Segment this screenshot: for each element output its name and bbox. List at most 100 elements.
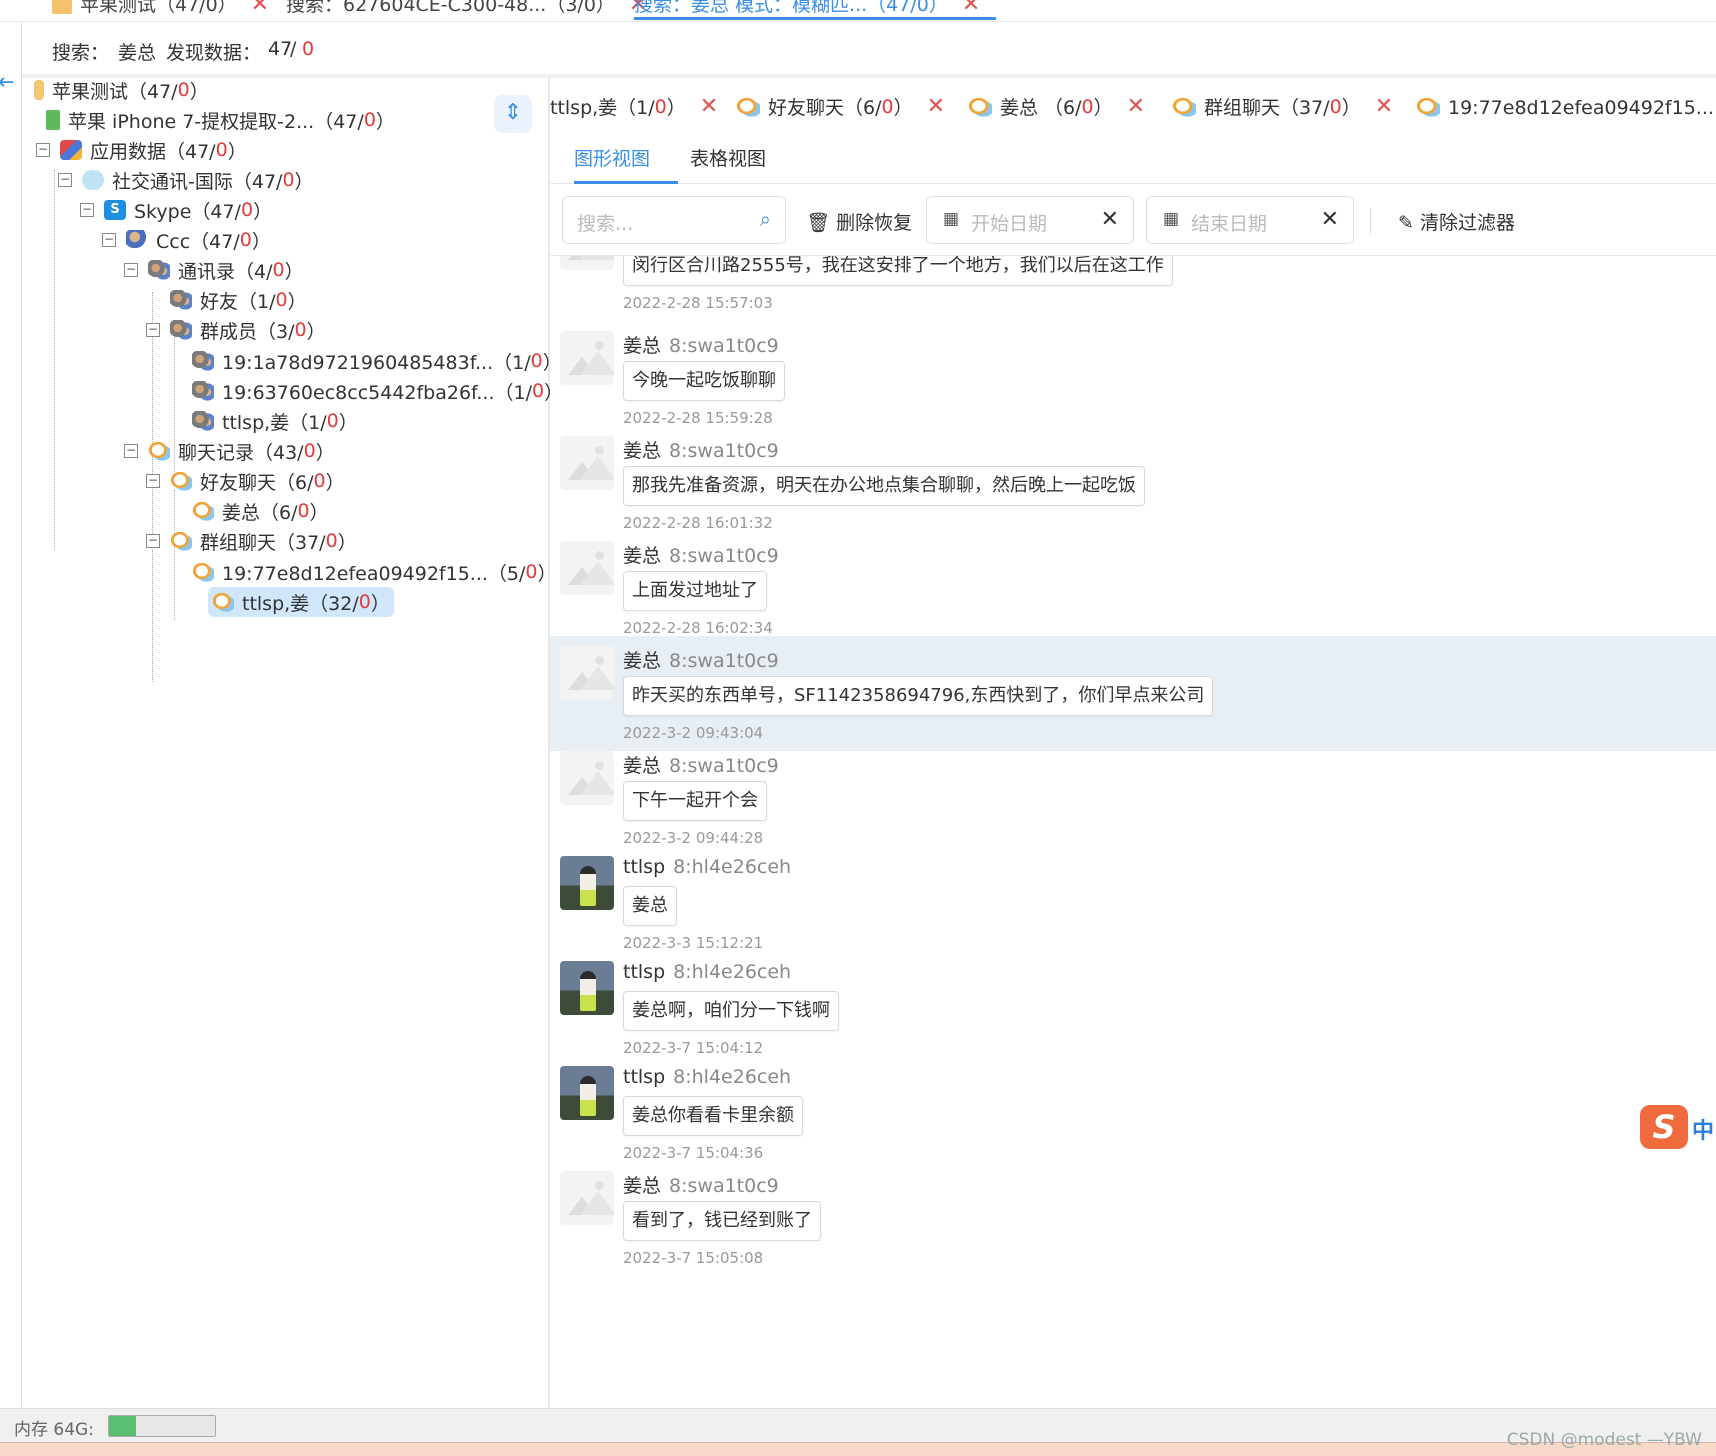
top-tab-search-jiang[interactable]: 搜索：姜总 模式：模糊匹...（47/0） ✕ xyxy=(634,0,996,20)
message-bubble: 下午一起开个会 xyxy=(623,781,767,821)
tree-node-member-2[interactable]: 19:63760ec8cc5442fba26f...（1/0） xyxy=(192,376,563,406)
chat-tab-group-1[interactable]: 19:77e8d12efea09492f15...（5/ xyxy=(1416,93,1716,120)
search-summary: 搜索： 姜总 发现数据： 47 / 0 xyxy=(0,22,1716,78)
user-icon xyxy=(126,230,148,250)
tree-node-iphone[interactable]: 苹果 iPhone 7-提权提取-2...（47/0） xyxy=(46,105,395,135)
tree-node-group-chats[interactable]: − 群组聊天（37/0） xyxy=(146,526,357,556)
message-item-highlighted[interactable]: 姜总 8:swa1t0c9 昨天买的东西单号，SF1142358694796,东西… xyxy=(550,636,1716,751)
message-bubble: 看到了，钱已经到账了 xyxy=(623,1201,821,1241)
collapse-all-button[interactable]: ⇕ xyxy=(494,95,532,133)
chat-bubble-icon xyxy=(968,96,992,117)
end-date-picker[interactable]: ▦ 结束日期 ✕ xyxy=(1146,196,1354,244)
message-time: 2022-3-7 15:04:36 xyxy=(623,1144,764,1162)
collapse-toggle-icon[interactable]: − xyxy=(146,534,160,548)
top-tab-search-guid[interactable]: 搜索：627604CE-C300-48...（3/0） ✕ xyxy=(286,0,647,20)
expand-arrow-icon[interactable]: ⇤ xyxy=(0,70,14,95)
message-item[interactable]: 姜总 8:swa1t0c9 今晚一起吃饭聊聊 2022-2-28 15:59:28 xyxy=(550,321,1716,436)
tree-node-apple-test[interactable]: 苹果测试（47/0） xyxy=(34,75,209,105)
tree-node-chat-records[interactable]: − 聊天记录（43/0） xyxy=(124,436,335,466)
message-item[interactable]: 闵行区合川路2555号，我在这安排了一个地方，我们以后在这工作 2022-2-2… xyxy=(550,256,1716,321)
collapse-toggle-icon[interactable]: − xyxy=(80,203,94,217)
tree-node-friends[interactable]: 好友（1/0） xyxy=(170,285,307,315)
clear-start-date-icon[interactable]: ✕ xyxy=(1101,207,1119,232)
message-item[interactable]: 姜总 8:swa1t0c9 下午一起开个会 2022-3-2 09:44:28 xyxy=(550,741,1716,856)
chat-tab-group-chats[interactable]: 群组聊天（37/0） ✕ xyxy=(1172,93,1393,120)
tab-table-view[interactable]: 表格视图 xyxy=(690,144,766,184)
delete-restore-button[interactable]: 🗑 删除恢复 xyxy=(806,208,912,235)
found-count: 47 xyxy=(268,38,293,60)
close-icon[interactable]: ✕ xyxy=(927,94,945,119)
contacts-icon xyxy=(192,381,214,401)
app-window: 苹果测试（47/0） ✕ 搜索：627604CE-C300-48...（3/0） ✕… xyxy=(0,0,1716,1456)
avatar-placeholder-icon xyxy=(560,646,614,700)
message-time: 2022-2-28 15:57:03 xyxy=(623,294,773,312)
start-date-picker[interactable]: ▦ 开始日期 ✕ xyxy=(926,196,1134,244)
message-item[interactable]: 姜总 8:swa1t0c9 上面发过地址了 2022-2-28 16:02:34 xyxy=(550,531,1716,646)
ime-indicator[interactable]: S 中 xyxy=(1640,1105,1716,1149)
message-sender: ttlsp 8:hl4e26ceh xyxy=(623,961,792,983)
app-data-icon xyxy=(60,140,82,160)
message-time: 2022-3-2 09:44:28 xyxy=(623,829,764,847)
close-icon[interactable]: ✕ xyxy=(962,0,980,17)
collapse-toggle-icon[interactable]: − xyxy=(58,173,72,187)
chat-tab-ttlsp[interactable]: ttlsp,姜（1/0） ✕ xyxy=(550,93,718,120)
close-icon[interactable]: ✕ xyxy=(1127,94,1145,119)
message-time: 2022-2-28 15:59:28 xyxy=(623,409,773,427)
skype-icon: S xyxy=(104,200,126,220)
collapse-toggle-icon[interactable]: − xyxy=(102,233,116,247)
collapse-toggle-icon[interactable]: − xyxy=(146,323,160,337)
tree-node-group-1[interactable]: 19:77e8d12efea09492f15...（5/0） xyxy=(192,557,557,587)
message-time: 2022-3-2 09:43:04 xyxy=(623,724,764,742)
tree-node-social-intl[interactable]: − 社交通讯-国际（47/0） xyxy=(58,165,314,195)
chat-bubble-icon xyxy=(212,592,234,612)
chat-bubble-icon xyxy=(1172,96,1196,117)
tree-node-member-1[interactable]: 19:1a78d9721960485483f...（1/0） xyxy=(192,346,562,376)
collapse-toggle-icon[interactable]: − xyxy=(146,474,160,488)
view-tabs: 图形视图 表格视图 xyxy=(550,132,1716,184)
tree-node-friend-chats[interactable]: − 好友聊天（6/0） xyxy=(146,466,345,496)
chat-bubble-icon xyxy=(148,441,170,461)
message-item[interactable]: ttlsp 8:hl4e26ceh 姜总你看看卡里余额 2022-3-7 15:0… xyxy=(550,1056,1716,1171)
tree-node-skype[interactable]: − S Skype（47/0） xyxy=(80,195,272,225)
chat-panel: ttlsp,姜（1/0） ✕ 好友聊天（6/0） ✕ 姜总 （6/0） ✕ 群组聊天（… xyxy=(550,78,1716,1438)
tab-graphic-view[interactable]: 图形视图 xyxy=(574,144,678,184)
memory-usage-fill xyxy=(109,1416,136,1436)
contacts-icon xyxy=(170,320,192,340)
close-icon[interactable]: ✕ xyxy=(700,94,718,119)
message-item[interactable]: ttlsp 8:hl4e26ceh 姜总 2022-3-3 15:12:21 xyxy=(550,846,1716,961)
clear-filters-button[interactable]: ✎ 清除过滤器 xyxy=(1398,208,1515,235)
clear-end-date-icon[interactable]: ✕ xyxy=(1321,207,1339,232)
collapse-vertical-icon: ⇕ xyxy=(503,100,523,125)
collapse-toggle-icon[interactable]: − xyxy=(124,263,138,277)
tree-node-ccc[interactable]: − Ccc（47/0） xyxy=(102,225,271,255)
close-icon[interactable]: ✕ xyxy=(251,0,269,17)
tree-node-group-ttlsp[interactable]: ttlsp,姜（32/0） xyxy=(208,587,394,617)
chat-tab-friend-chats[interactable]: 好友聊天（6/0） ✕ xyxy=(736,93,945,120)
tree-node-group-members[interactable]: − 群成员（3/0） xyxy=(146,315,326,345)
message-sender: 姜总 8:swa1t0c9 xyxy=(623,650,779,672)
trash-icon: 🗑 xyxy=(806,212,831,234)
filter-bar: 搜索... ⌕ 🗑 删除恢复 ▦ 开始日期 ✕ ▦ 结束日期 ✕ ✎ 清除过滤器 xyxy=(550,184,1716,256)
search-input[interactable]: 搜索... ⌕ xyxy=(562,196,786,244)
chat-bubble-icon xyxy=(170,531,192,551)
contacts-icon xyxy=(170,290,192,310)
message-item[interactable]: 姜总 8:swa1t0c9 那我先准备资源，明天在办公地点集合聊聊，然后晚上一起吃… xyxy=(550,426,1716,541)
chat-bubble-icon xyxy=(192,562,214,582)
chat-tab-jiang[interactable]: 姜总 （6/0） ✕ xyxy=(968,93,1145,120)
tree-node-member-3[interactable]: ttlsp,姜（1/0） xyxy=(192,406,358,436)
chat-cloud-icon xyxy=(82,170,104,190)
top-tab-apple-test[interactable]: 苹果测试（47/0） ✕ xyxy=(52,0,269,20)
message-item[interactable]: ttlsp 8:hl4e26ceh 姜总啊，咱们分一下钱啊 2022-3-7 15… xyxy=(550,951,1716,1066)
chat-bubble-icon xyxy=(170,471,192,491)
close-icon[interactable]: ✕ xyxy=(1375,94,1393,119)
search-icon[interactable]: ⌕ xyxy=(760,207,771,231)
message-item[interactable]: 姜总 8:swa1t0c9 看到了，钱已经到账了 2022-3-7 15:05:0… xyxy=(550,1161,1716,1276)
tree-node-contacts[interactable]: − 通讯录（4/0） xyxy=(124,255,304,285)
phone-icon xyxy=(46,110,60,130)
tree-node-app-data[interactable]: − 应用数据（47/0） xyxy=(36,135,247,165)
collapse-toggle-icon[interactable]: − xyxy=(36,143,50,157)
tree-node-jiang-chat[interactable]: 姜总（6/0） xyxy=(192,496,329,526)
calendar-icon: ▦ xyxy=(1163,209,1180,229)
message-sender: 姜总 8:swa1t0c9 xyxy=(623,755,779,777)
collapse-toggle-icon[interactable]: − xyxy=(124,444,138,458)
